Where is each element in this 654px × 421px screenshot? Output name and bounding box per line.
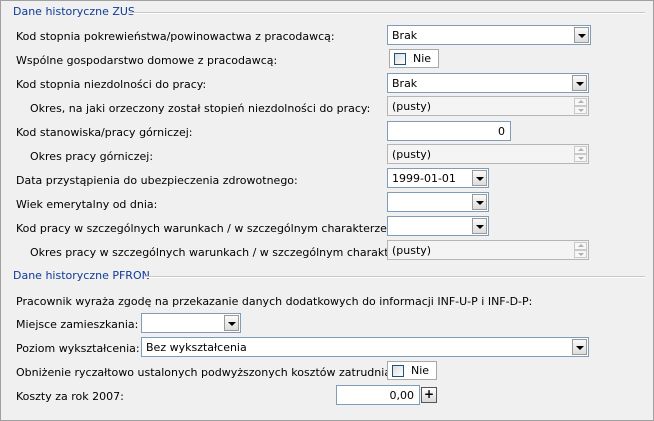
disability-period-label: Okres, na jaki orzeczony został stopień … (30, 102, 371, 115)
cost-reduction-label: Obniżenie ryczałtowo ustalonych podwyższ… (16, 366, 412, 379)
checkbox-icon[interactable] (392, 365, 404, 377)
costs-input[interactable]: 0,00 (336, 385, 420, 405)
retirement-date-picker[interactable] (387, 192, 489, 212)
spin-down-icon[interactable] (574, 154, 587, 162)
special-work-period-value: (pusty) (392, 244, 432, 257)
disability-period-field[interactable]: (pusty) (387, 96, 589, 116)
spin-up-icon[interactable] (574, 146, 587, 154)
chevron-down-icon[interactable] (472, 170, 487, 186)
special-work-code-label: Kod pracy w szczególnych warunkach / w s… (16, 222, 391, 235)
costs-label: Koszty za rok 2007: (16, 390, 124, 403)
special-work-code-select[interactable] (387, 216, 489, 236)
consent-label: Pracownik wyraża zgodę na przekazanie da… (16, 295, 533, 308)
spin-down-icon[interactable] (574, 106, 587, 114)
mining-code-label: Kod stanowiska/pracy górniczej: (16, 126, 193, 139)
zus-section-divider (129, 12, 645, 14)
chevron-down-icon[interactable] (224, 315, 239, 331)
chevron-down-icon[interactable] (472, 218, 487, 234)
historical-data-panel: Dane historyczne ZUS Kod stopnia pokrewi… (0, 0, 654, 421)
spin-down-icon[interactable] (574, 250, 587, 258)
spin-up-icon[interactable] (574, 242, 587, 250)
residence-label: Miejsce zamieszkania: (16, 318, 139, 331)
education-label: Poziom wykształcenia: (16, 342, 140, 355)
education-select[interactable]: Bez wykształcenia (141, 337, 589, 357)
household-checkbox[interactable]: Nie (389, 49, 439, 68)
chevron-down-icon[interactable] (572, 339, 587, 355)
disability-code-label: Kod stopnia niezdolności do pracy: (16, 78, 207, 91)
pfron-section-divider (145, 276, 645, 278)
residence-select[interactable] (141, 313, 241, 333)
chevron-down-icon[interactable] (472, 194, 487, 210)
insurance-date-value: 1999-01-01 (392, 172, 456, 185)
mining-period-label: Okres pracy górniczej: (30, 150, 154, 163)
costs-value: 0,00 (389, 389, 415, 402)
spin-up-icon[interactable] (574, 98, 587, 106)
zus-section-title: Dane historyczne ZUS (13, 5, 135, 18)
cost-reduction-checkbox-label: Nie (411, 364, 430, 377)
special-work-period-field[interactable]: (pusty) (387, 240, 589, 260)
disability-code-select[interactable]: Brak (387, 73, 589, 93)
mining-code-input[interactable]: 0 (387, 121, 511, 141)
mining-period-value: (pusty) (392, 148, 432, 161)
kinship-code-label: Kod stopnia pokrewieństwa/powinowactwa z… (16, 30, 335, 43)
household-checkbox-label: Nie (413, 52, 432, 65)
pfron-section-title: Dane historyczne PFRON (13, 269, 150, 282)
disability-code-value: Brak (392, 77, 418, 90)
insurance-date-label: Data przystąpienia do ubezpieczenia zdro… (16, 174, 298, 187)
add-costs-button[interactable]: + (421, 387, 437, 403)
kinship-code-select[interactable]: Brak (387, 25, 591, 45)
insurance-date-picker[interactable]: 1999-01-01 (387, 168, 489, 188)
kinship-code-value: Brak (392, 29, 418, 42)
household-label: Wspólne gospodarstwo domowe z pracodawcą… (16, 54, 278, 67)
cost-reduction-checkbox[interactable]: Nie (387, 361, 437, 380)
disability-period-value: (pusty) (392, 100, 432, 113)
special-work-period-label: Okres pracy w szczególnych warunkach / w… (30, 246, 417, 259)
checkbox-icon[interactable] (394, 53, 406, 65)
education-value: Bez wykształcenia (146, 341, 247, 354)
retirement-age-label: Wiek emerytalny od dnia: (16, 198, 158, 211)
mining-period-field[interactable]: (pusty) (387, 144, 589, 164)
chevron-down-icon[interactable] (574, 27, 589, 43)
chevron-down-icon[interactable] (572, 75, 587, 91)
mining-code-value: 0 (498, 125, 505, 138)
